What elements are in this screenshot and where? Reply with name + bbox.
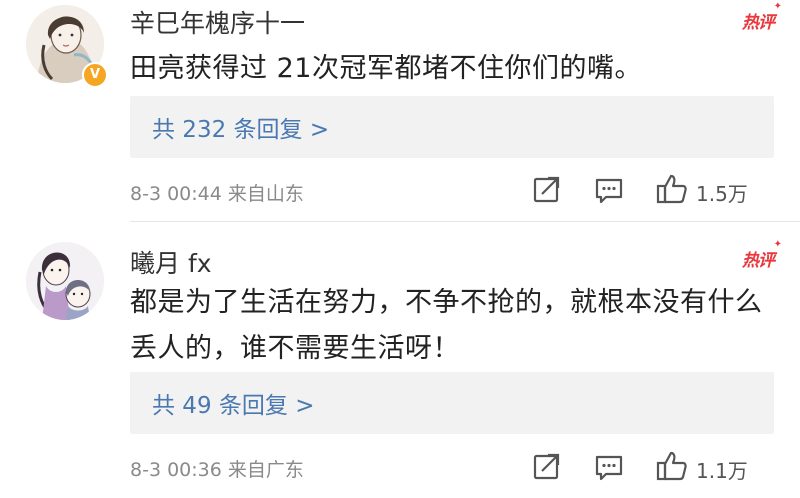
like-count: 1.1万 [696,459,748,483]
like-button[interactable]: 1.5万 [656,172,776,206]
like-button[interactable]: 1.1万 [656,449,776,483]
like-icon [656,451,687,481]
username[interactable]: 辛巳年槐序十一 [130,4,305,40]
reply-button[interactable] [594,172,624,206]
like-count: 1.5万 [696,182,748,206]
comment-meta: 8-3 00:44 来自山东 [130,183,304,205]
view-replies-button[interactable]: 共 49 条回复 > [130,372,774,434]
replies-label: 共 232 条回复 > [152,117,330,143]
reply-button[interactable] [594,449,624,483]
comment-text: 田亮获得过 21次冠军都堵不住你们的嘴。 [130,53,642,84]
spark-icon: ✦ [773,239,782,250]
username[interactable]: 曦月 fx [130,244,212,280]
comment-text: 都是为了生活在努力，不争不抢的，就根本没有什么丢人的，谁不需要生活呀！ [130,287,763,364]
comment-icon [595,178,623,204]
hot-comment-badge: 热评 ✦ [742,1,782,33]
like-icon [656,174,687,204]
comment-icon [595,455,623,481]
hot-label: 热评 [742,13,775,33]
hot-label: 热评 [742,251,775,271]
comment-feed: V 辛巳年槐序十一 热评 ✦ 田亮获得过 21次冠军都堵不住你们的嘴。 共 23… [0,0,800,498]
replies-label: 共 49 条回复 > [152,393,315,419]
share-icon [533,176,560,203]
share-icon [533,453,560,480]
hot-comment-badge: 热评 ✦ [742,239,782,271]
verified-badge-icon: V [82,62,108,88]
comment-meta: 8-3 00:36 来自广东 [130,459,304,481]
comment-item: V 辛巳年槐序十一 热评 ✦ 田亮获得过 21次冠军都堵不住你们的嘴。 共 23… [0,0,800,222]
comment-item: 曦月 fx 热评 ✦ 都是为了生活在努力，不争不抢的，就根本没有什么丢人的，谁不… [0,222,800,498]
comment-actions: 1.5万 [532,172,776,206]
share-button[interactable] [532,172,562,206]
comment-actions: 1.1万 [532,449,776,483]
view-replies-button[interactable]: 共 232 条回复 > [130,96,774,158]
share-button[interactable] [532,449,562,483]
avatar[interactable] [26,242,104,320]
spark-icon: ✦ [773,1,782,12]
